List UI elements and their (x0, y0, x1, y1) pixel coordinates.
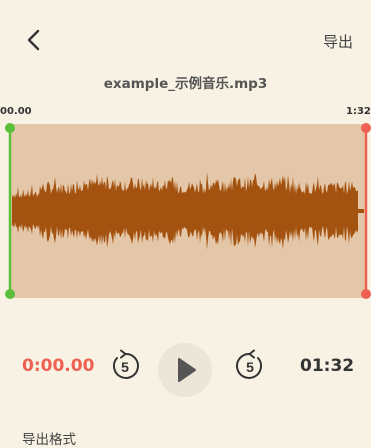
file-name: example_示例音乐.mp3 (103, 76, 268, 92)
back-button[interactable] (18, 24, 50, 56)
timeline-end-label: 1:32. (346, 106, 371, 117)
rewind-5s-button[interactable]: 5 (108, 349, 142, 387)
rewind-seconds-label: 5 (121, 359, 129, 375)
chevron-left-icon (27, 29, 40, 51)
current-time: 0:00.00 (22, 356, 95, 376)
timeline-start-label: 00.00 (0, 106, 32, 117)
waveform-tail (356, 209, 364, 213)
waveform-editor[interactable] (0, 118, 371, 308)
top-bar: 导出 (0, 0, 371, 80)
play-icon (158, 343, 212, 397)
total-time: 01:32 (300, 356, 355, 376)
playback-controls: 0:00.00 5 5 01:32 (0, 338, 371, 398)
forward-seconds-label: 5 (246, 359, 254, 375)
export-format-label: 导出格式 (22, 432, 76, 448)
forward-5-icon: 5 (236, 349, 263, 379)
play-button[interactable] (157, 342, 213, 402)
rewind-5-icon: 5 (112, 349, 139, 379)
waveform-canvas (5, 123, 371, 299)
forward-5s-button[interactable]: 5 (233, 349, 267, 387)
export-button[interactable]: 导出 (323, 31, 353, 52)
